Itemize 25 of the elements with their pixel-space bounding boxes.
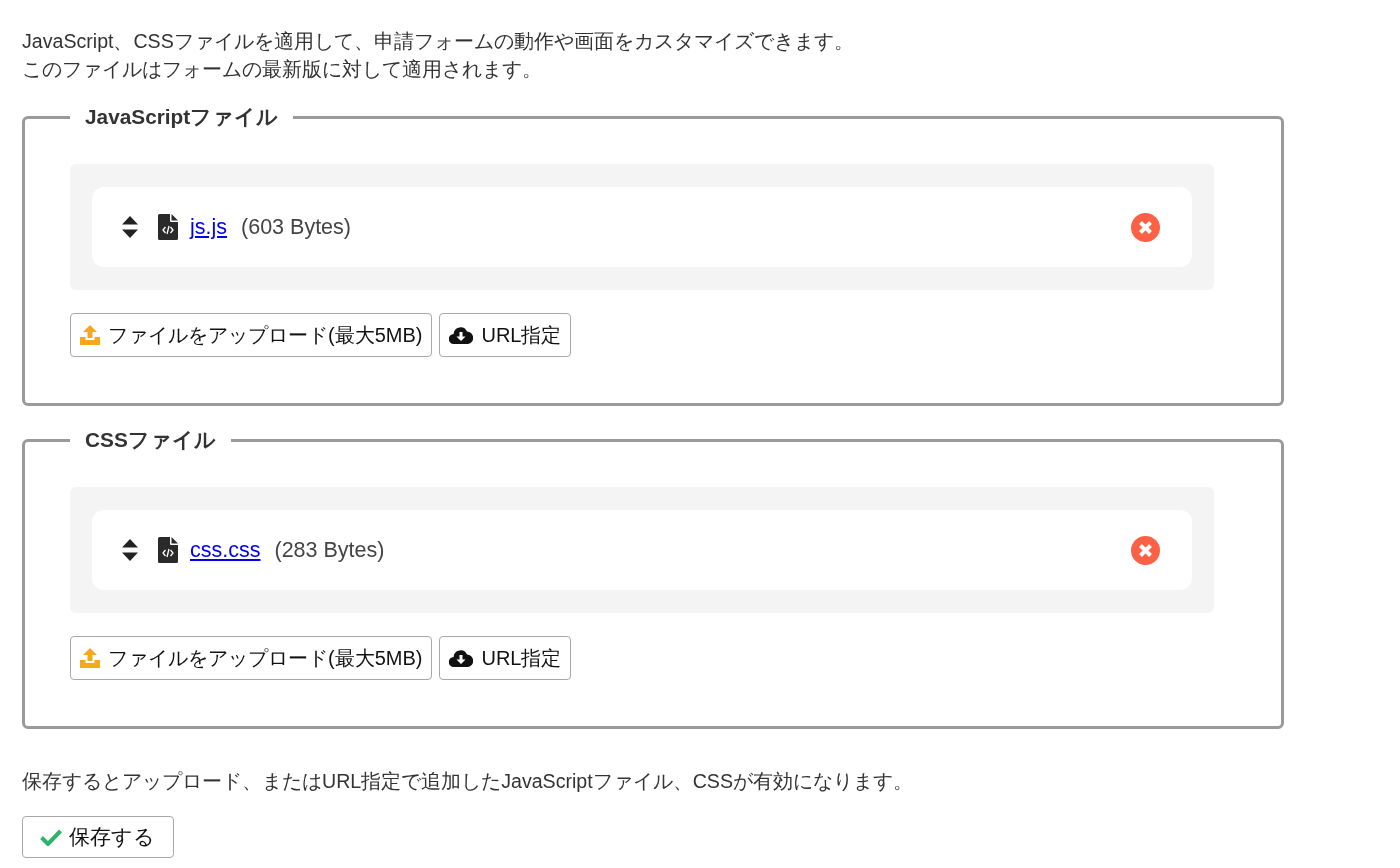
file-code-icon [158,214,178,240]
upload-button[interactable]: ファイルをアップロード(最大5MB) [70,313,433,357]
file-size-text: (603 Bytes) [241,213,351,241]
section-legend: CSSファイル [70,426,231,454]
check-icon [40,828,62,846]
cloud-download-icon [449,649,474,667]
save-button[interactable]: 保存する [22,816,174,858]
intro-text: このファイルはフォームの最新版に対して適用されます。 [22,57,543,82]
url-button[interactable]: URL指定 [439,313,572,357]
upload-button[interactable]: ファイルをアップロード(最大5MB) [70,636,433,680]
sort-handle-icon[interactable] [122,216,138,238]
upload-icon [80,325,100,345]
cloud-download-icon [449,326,474,344]
remove-icon[interactable] [1131,212,1160,242]
upload-icon [80,648,100,668]
file-code-icon [158,537,178,563]
sort-handle-icon[interactable] [122,539,138,561]
url-button[interactable]: URL指定 [439,636,572,680]
file-link[interactable]: css.css [190,533,261,567]
file-size-text: (283 Bytes) [274,536,385,564]
note-text: 保存するとアップロード、またはURL指定で追加したJavaScriptファイル、CSSが有効になります。 [22,769,914,794]
file-link[interactable]: js.js [190,210,228,244]
intro-text: JavaScript、CSSファイルを適用して、申請フォームの動作や画面をカスタマイズできます。 [22,29,855,54]
section-legend: JavaScriptファイル [70,103,294,131]
remove-icon[interactable] [1131,535,1160,565]
